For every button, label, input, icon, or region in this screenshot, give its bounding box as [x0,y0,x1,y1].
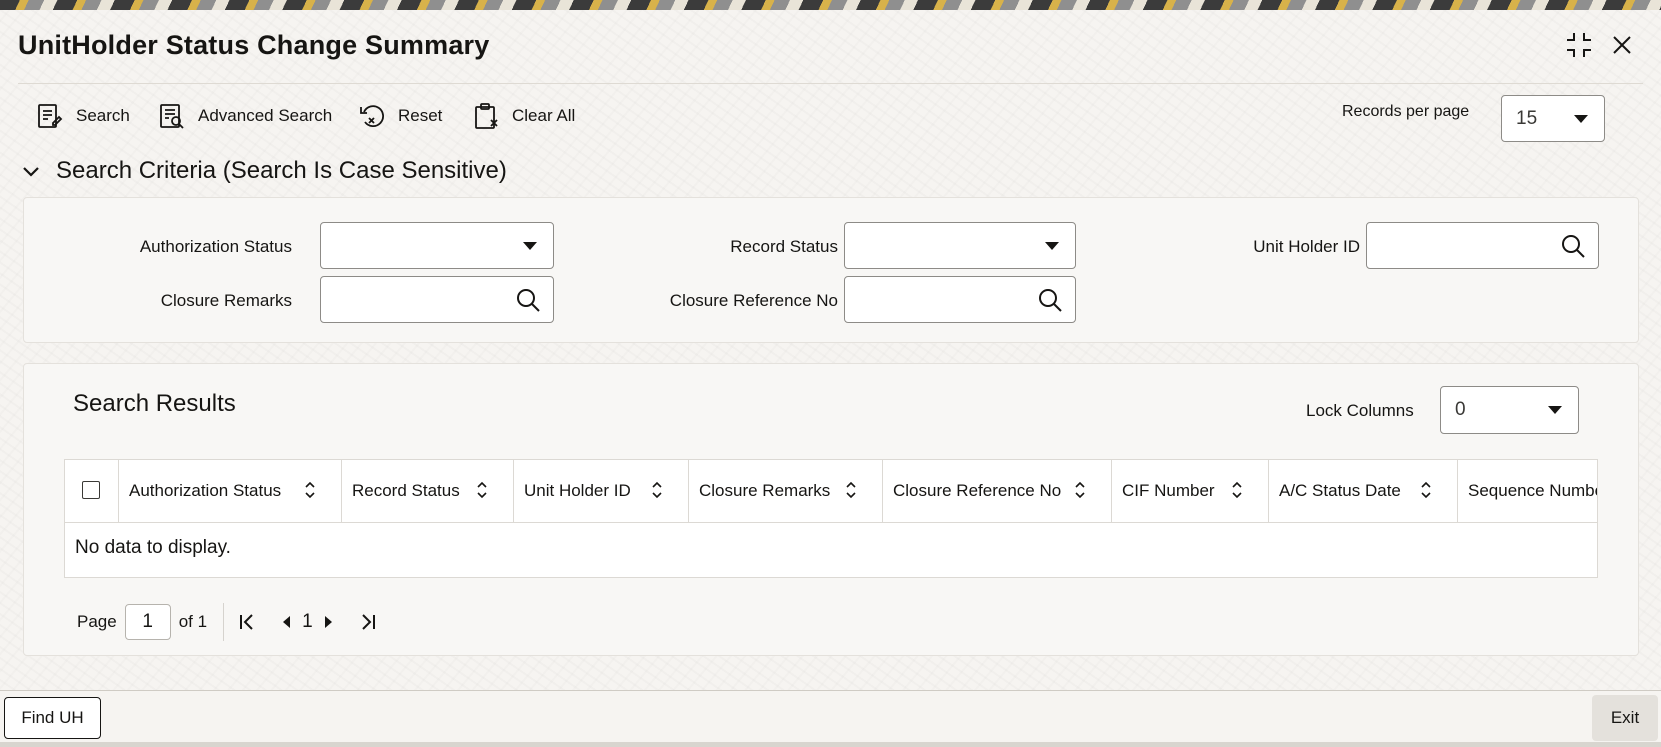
find-uh-button[interactable]: Find UH [4,697,101,739]
first-page-icon[interactable] [236,611,258,633]
page-number-input[interactable]: 1 [124,604,171,640]
chevron-down-icon [1045,241,1059,250]
authorization-status-label: Authorization Status [139,237,292,256]
search-criteria-header: Search Criteria (Search Is Case Sensitiv… [56,157,507,184]
search-icon[interactable] [1037,287,1063,313]
decorative-banner [0,0,1661,10]
reset-button-label: Reset [398,106,443,125]
column-label: CIF Number [1122,481,1215,500]
column-header-cif-number[interactable]: CIF Number [1112,460,1269,522]
sort-icon[interactable] [1230,480,1244,500]
exit-button-label: Exit [1610,708,1640,727]
closure-reference-no-label: Closure Reference No [669,291,838,310]
search-icon [38,104,63,128]
page-number-value: 1 [142,611,153,632]
advanced-search-button-label: Advanced Search [198,106,333,125]
records-per-page-label: Records per page [1342,103,1470,120]
select-all-column [65,460,119,522]
search-button-label: Search [76,106,130,125]
search-criteria-toggle[interactable]: Search Criteria (Search Is Case Sensitiv… [20,157,507,185]
column-header-record-status[interactable]: Record Status [342,460,514,522]
sort-icon[interactable] [1419,480,1433,500]
column-label: Closure Reference No [893,481,1062,500]
unit-holder-id-field[interactable] [1366,222,1599,269]
page-count-label: of 1 [178,612,208,631]
page-title: UnitHolder Status Change Summary [18,30,490,60]
search-results-title: Search Results [73,390,236,417]
column-label: Authorization Status [129,481,282,500]
next-page-icon[interactable] [317,611,339,633]
column-label: A/C Status Date [1279,481,1401,500]
column-label: Unit Holder ID [524,481,631,500]
column-label: Record Status [352,481,460,500]
close-button[interactable] [1607,30,1637,60]
sort-icon[interactable] [650,480,664,500]
sort-icon[interactable] [475,480,489,500]
maximize-button[interactable] [1564,30,1594,60]
reset-icon [360,105,384,127]
authorization-status-select[interactable] [320,222,554,269]
close-icon [1613,36,1631,54]
records-per-page-value: 15 [1516,107,1538,129]
bottom-edge [0,742,1661,747]
pagination: Page 1 of 1 1 [77,603,379,641]
clear-all-icon [475,103,498,129]
closure-remarks-label: Closure Remarks [160,291,292,310]
column-label: Sequence Number [1468,481,1598,500]
search-icon[interactable] [1560,233,1586,259]
chevron-down-icon [523,241,537,250]
empty-table-message: No data to display. [75,537,231,558]
pagination-divider [223,603,225,641]
results-table: Authorization Status Record Status Unit … [64,459,1598,578]
unit-holder-id-label: Unit Holder ID [1253,237,1360,256]
search-button[interactable]: Search [36,100,130,132]
clear-all-button-label: Clear All [512,106,576,125]
advanced-search-icon [160,104,184,129]
lock-columns-label: Lock Columns [1306,401,1414,420]
column-header-closure-reference-no[interactable]: Closure Reference No [883,460,1112,522]
search-icon[interactable] [515,287,541,313]
column-header-unit-holder-id[interactable]: Unit Holder ID [514,460,689,522]
search-criteria-panel: Authorization Status Record Status Unit … [23,197,1639,343]
column-header-sequence-number[interactable]: Sequence Number [1458,460,1598,522]
chevron-down-icon [1574,114,1588,123]
last-page-icon[interactable] [357,611,379,633]
find-uh-button-label: Find UH [21,708,84,727]
reset-button[interactable]: Reset [358,100,442,132]
clear-all-button[interactable]: Clear All [472,100,575,132]
chevron-down-icon [23,167,39,177]
exit-button[interactable]: Exit [1592,695,1658,741]
column-header-closure-remarks[interactable]: Closure Remarks [689,460,883,522]
chevron-down-icon [1548,406,1562,414]
footer-bar [0,691,1661,747]
closure-remarks-field[interactable] [320,276,554,323]
lock-columns-value: 0 [1455,399,1466,420]
table-header: Authorization Status Record Status Unit … [65,460,1597,523]
sort-icon[interactable] [303,480,317,500]
previous-page-icon[interactable] [276,611,298,633]
record-status-select[interactable] [844,222,1076,269]
records-per-page-select[interactable]: 15 [1501,95,1605,142]
record-status-label: Record Status [730,237,838,256]
closure-reference-no-field[interactable] [844,276,1076,323]
sort-icon[interactable] [844,480,858,500]
page-label: Page [77,612,117,631]
lock-columns-select[interactable]: 0 [1440,386,1579,434]
title-divider [18,83,1643,84]
maximize-icon [1567,33,1591,57]
column-header-ac-status-date[interactable]: A/C Status Date [1269,460,1458,522]
column-label: Closure Remarks [699,481,831,500]
column-header-authorization-status[interactable]: Authorization Status [119,460,342,522]
select-all-checkbox[interactable] [82,481,100,499]
current-page-indicator: 1 [302,611,313,632]
advanced-search-button[interactable]: Advanced Search [158,100,332,132]
sort-icon[interactable] [1073,480,1087,500]
